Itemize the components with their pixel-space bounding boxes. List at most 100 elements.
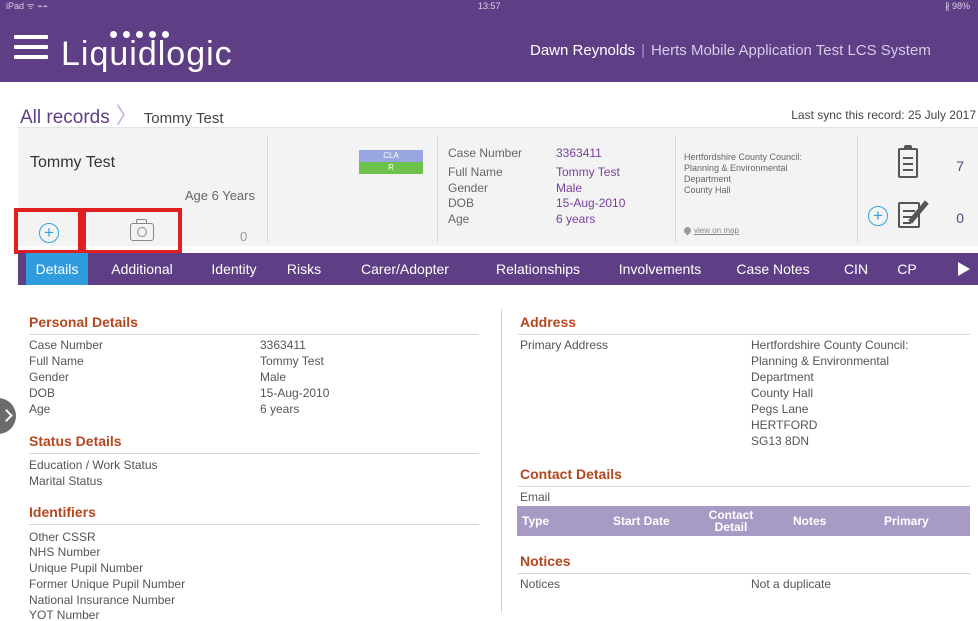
ios-status-bar: iPad ᯤ ⌁⌁ 13:57 ∦ 98% xyxy=(0,0,978,12)
full-name-label: Full Name xyxy=(448,165,503,179)
map-pin-icon xyxy=(682,225,693,236)
tab-identity[interactable]: Identity xyxy=(202,253,266,285)
clock: 13:57 xyxy=(478,1,501,11)
camera-icon[interactable] xyxy=(130,219,154,241)
add-note-button[interactable]: + xyxy=(868,206,888,226)
pd-dob-label: DOB xyxy=(29,386,56,400)
tabs-next-icon[interactable] xyxy=(958,262,970,276)
gender-label: Gender xyxy=(448,181,489,195)
tab-details[interactable]: Details xyxy=(26,253,88,285)
status-details-title: Status Details xyxy=(29,433,122,449)
actions-column: 7 + 0 xyxy=(858,136,978,242)
app-header: Liquidlogic Dawn Reynolds | Herts Mobile A… xyxy=(0,12,978,82)
add-photo-button[interactable]: + xyxy=(39,223,59,243)
pd-age-label: Age xyxy=(29,402,51,416)
view-on-map-link[interactable]: view on map xyxy=(682,225,739,236)
pd-dob-value: 15-Aug-2010 xyxy=(260,386,330,400)
logo-dots xyxy=(110,25,180,38)
tab-involvements[interactable]: Involvements xyxy=(608,253,712,285)
tab-case-notes[interactable]: Case Notes xyxy=(726,253,820,285)
col-notes: Notes xyxy=(793,514,827,528)
personal-details-title: Personal Details xyxy=(29,314,138,330)
chevron-right-icon: 〉 xyxy=(115,103,138,128)
tab-carer-adopter[interactable]: Carer/Adopter xyxy=(346,253,464,285)
breadcrumb-current: Tommy Test xyxy=(143,110,224,127)
app-logo: Liquidlogic xyxy=(61,35,233,73)
divider xyxy=(518,573,970,574)
menu-icon[interactable] xyxy=(14,35,48,59)
tab-cin[interactable]: CIN xyxy=(838,253,874,285)
battery-indicator: ∦ 98% xyxy=(944,1,970,11)
dob-value: 15-Aug-2010 xyxy=(556,196,626,210)
case-number-label: Case Number xyxy=(448,146,523,160)
view-on-map-label: view on map xyxy=(694,226,739,235)
clipboard-icon[interactable] xyxy=(898,145,918,178)
forms-count: 7 xyxy=(956,158,964,174)
divider xyxy=(29,524,479,525)
notices-value: Not a duplicate xyxy=(751,577,832,591)
pd-case-number-label: Case Number xyxy=(29,338,104,352)
case-summary: Case Number 3363411 Full Name Tommy Test… xyxy=(438,136,676,242)
gender-value: Male xyxy=(556,181,583,195)
address-line: Department xyxy=(684,174,732,184)
pd-case-number-value: 3363411 xyxy=(260,338,306,352)
divider xyxy=(29,453,479,454)
case-number-value: 3363411 xyxy=(556,146,602,160)
address-line: Pegs Lane xyxy=(751,402,809,416)
person-age: Age 6 Years xyxy=(184,188,255,203)
user-name: Dawn Reynolds xyxy=(530,42,636,59)
device-label: iPad ᯤ ⌁⌁ xyxy=(6,1,49,11)
r-badge: R xyxy=(359,162,423,174)
education-status-label: Education / Work Status xyxy=(29,458,158,472)
tab-cp[interactable]: CP xyxy=(890,253,924,285)
address-line: County Hall xyxy=(751,386,814,400)
address-line: SG13 8DN xyxy=(751,434,810,448)
tab-relationships[interactable]: Relationships xyxy=(478,253,598,285)
address-text: Hertfordshire County Council: Planning &… xyxy=(684,152,844,196)
marital-status-label: Marital Status xyxy=(29,474,103,488)
record-tabs: Details Additional Identity Risks Carer/… xyxy=(18,253,978,285)
header-separator: | xyxy=(641,42,645,59)
tab-risks[interactable]: Risks xyxy=(282,253,326,285)
photo-count: 0 xyxy=(240,229,248,244)
col-primary: Primary xyxy=(884,514,929,528)
address-line: Planning & Environmental xyxy=(684,163,788,173)
person-card: Tommy Test Age 6 Years + 0 xyxy=(14,136,268,254)
breadcrumb-all-records[interactable]: All records xyxy=(20,107,110,128)
dob-label: DOB xyxy=(448,196,475,210)
column-divider xyxy=(501,309,502,613)
identifier-label: Other CSSR xyxy=(29,530,96,544)
col-contact-detail: Contact Detail xyxy=(708,508,754,534)
address-line: County Hall xyxy=(684,185,731,195)
notices-label: Notices xyxy=(520,577,561,591)
pd-full-name-value: Tommy Test xyxy=(260,354,324,368)
pd-gender-value: Male xyxy=(260,370,287,384)
email-label: Email xyxy=(520,490,551,504)
contact-table-header: Type Start Date Contact Detail Notes Pri… xyxy=(517,506,970,536)
pd-full-name-label: Full Name xyxy=(29,354,84,368)
identifier-label: YOT Number xyxy=(29,608,100,621)
contact-details-title: Contact Details xyxy=(520,466,622,482)
age-value: 6 years xyxy=(556,212,596,226)
side-panel-toggle[interactable] xyxy=(0,398,16,434)
pd-age-value: 6 years xyxy=(260,402,300,416)
divider xyxy=(518,486,970,487)
breadcrumb: All records 〉 Tommy Test xyxy=(20,98,224,130)
age-label: Age xyxy=(448,212,470,226)
last-sync-text: Last sync this record: 25 July 2017 xyxy=(791,108,976,122)
address-title: Address xyxy=(520,314,577,330)
cla-badge: CLA xyxy=(359,150,423,162)
user-info: Dawn Reynolds | Herts Mobile Application T… xyxy=(530,42,931,59)
address-line: HERTFORD xyxy=(751,418,818,432)
notes-count: 0 xyxy=(956,210,964,226)
divider xyxy=(29,334,479,335)
system-name: Herts Mobile Application Test LCS System xyxy=(650,42,931,59)
identifier-label: Former Unique Pupil Number xyxy=(29,577,186,591)
address-line: Hertfordshire County Council: xyxy=(751,338,909,352)
identifier-label: Unique Pupil Number xyxy=(29,561,144,575)
badge-column: CLA R xyxy=(268,136,438,242)
identifier-label: NHS Number xyxy=(29,545,101,559)
address-summary: Hertfordshire County Council: Planning &… xyxy=(676,136,858,242)
address-line: Planning & Environmental xyxy=(751,354,890,368)
tab-additional[interactable]: Additional xyxy=(100,253,184,285)
